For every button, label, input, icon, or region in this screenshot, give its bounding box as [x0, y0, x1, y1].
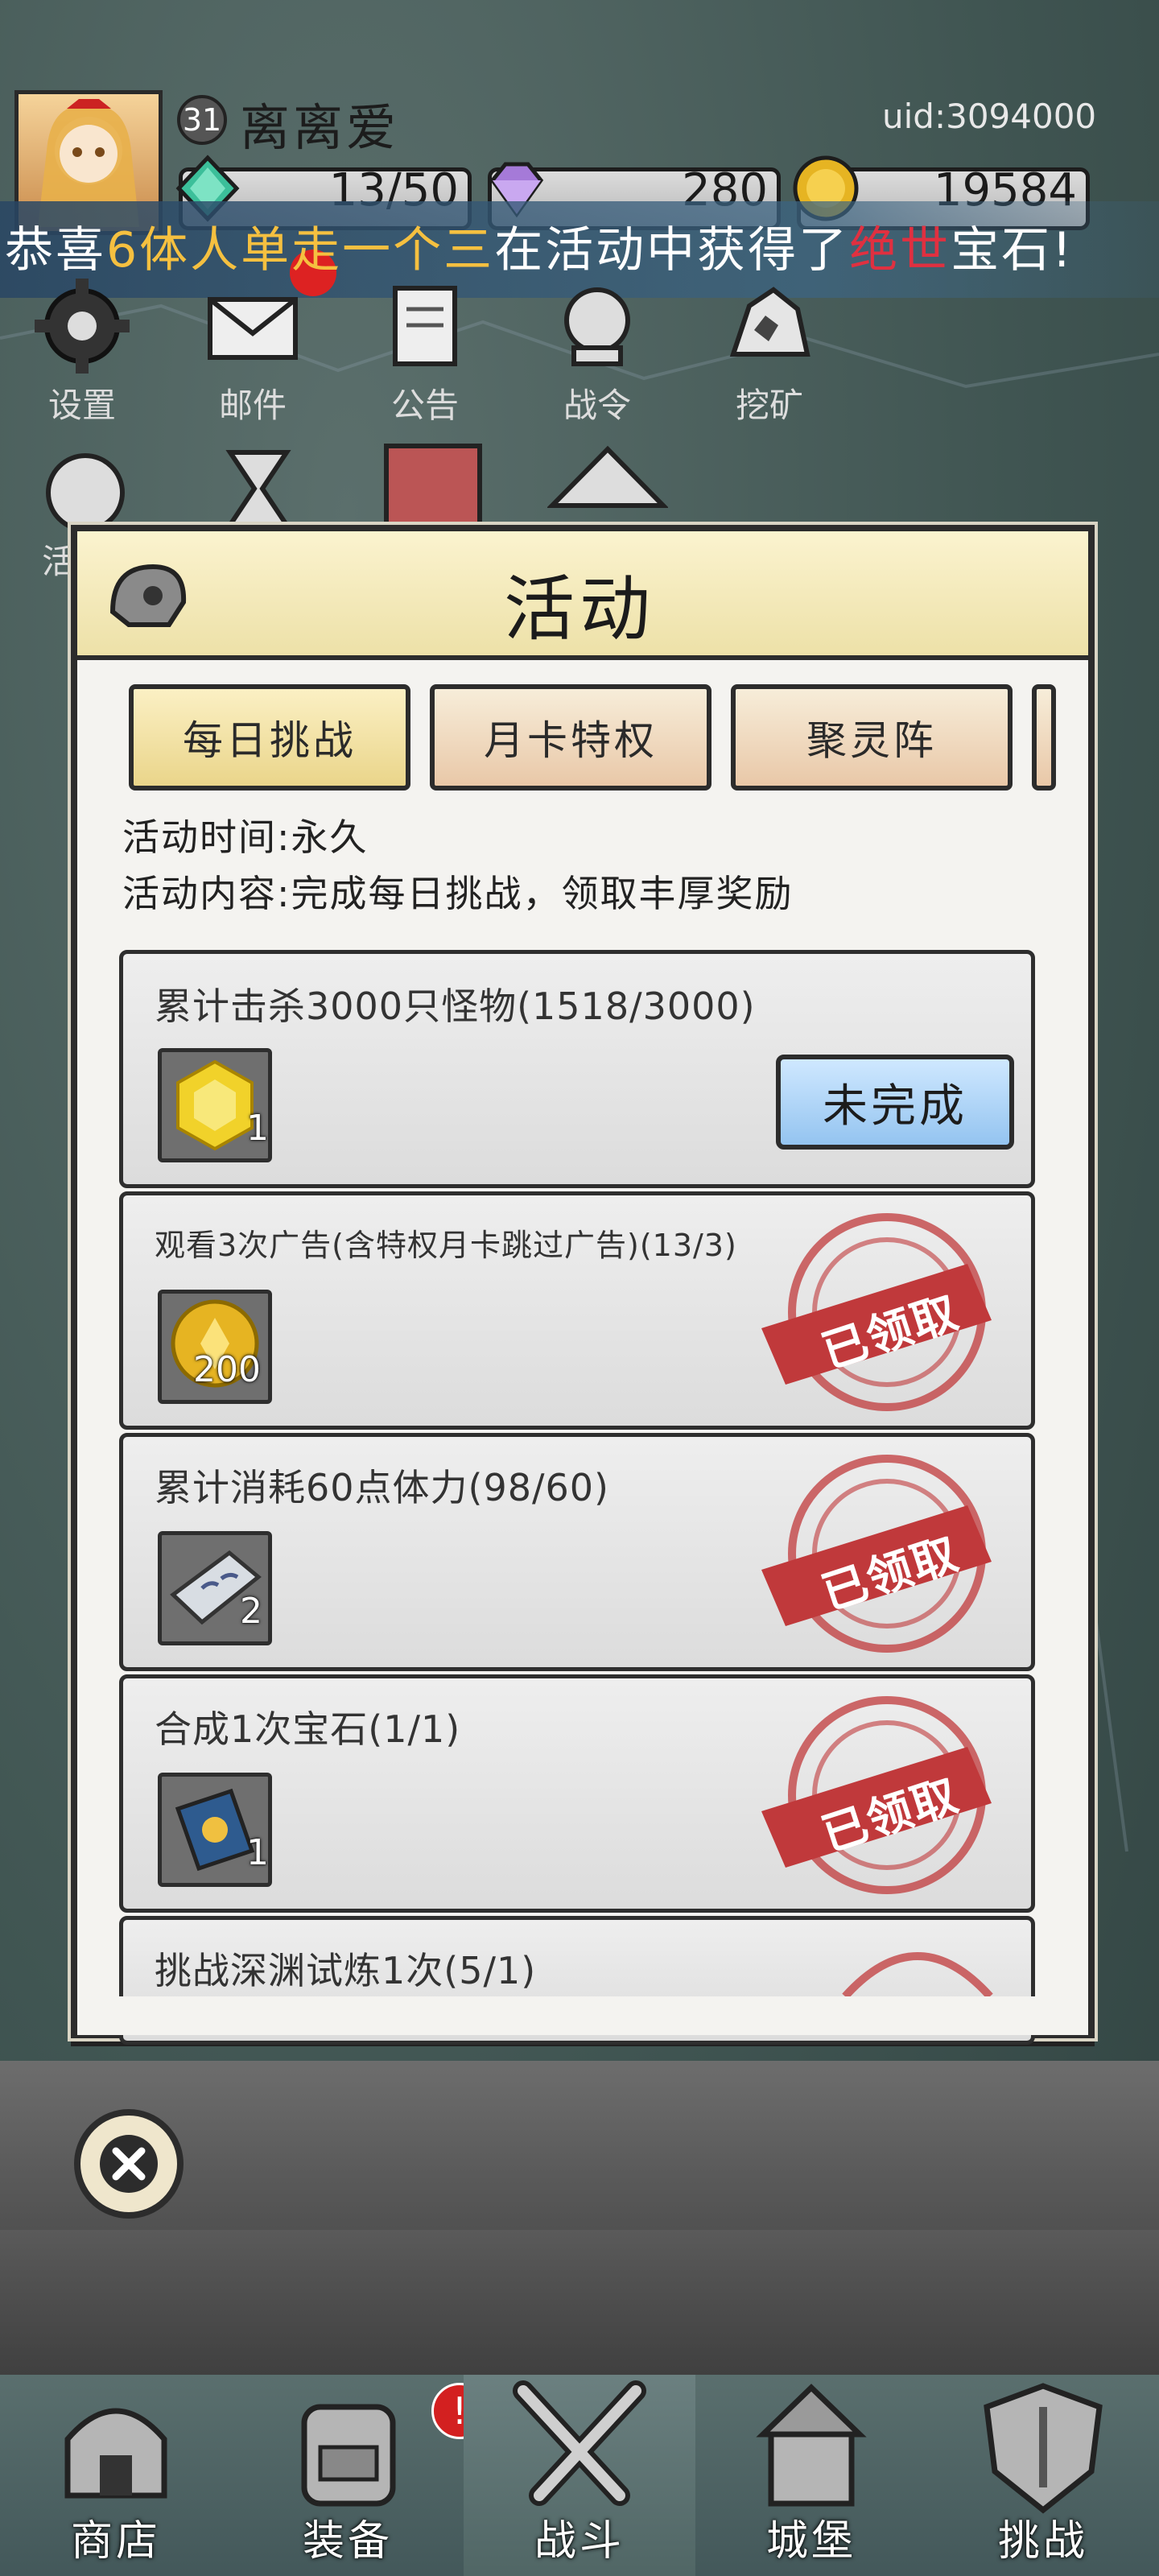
tab-spirit-array[interactable]: 聚灵阵: [731, 684, 1013, 791]
scroll-icon: [393, 286, 457, 366]
castle-icon: [756, 2384, 867, 2507]
player-uid: uid:3094000: [882, 97, 1097, 136]
nav-equipment[interactable]: 装备: [232, 2375, 464, 2576]
task-title: 挑战深渊试炼1次(5/1): [155, 1949, 537, 1992]
tab-monthly-card[interactable]: 月卡特权: [430, 684, 711, 791]
nav-castle[interactable]: 城堡: [695, 2375, 927, 2576]
menu-label: 挖矿: [735, 386, 803, 425]
modal-title: 活动: [503, 568, 655, 650]
mail-icon: [208, 297, 298, 360]
ranking-icon[interactable]: [547, 444, 668, 533]
activity-content: 活动内容:完成每日挑战，领取丰厚奖励: [122, 872, 794, 915]
announcement-button[interactable]: 公告: [361, 274, 489, 427]
claimed-stamp-partial-icon: [842, 1952, 993, 1996]
gear-icon: [35, 279, 130, 374]
broadcast-text: 恭喜6体人单走一个三在活动中获得了绝世宝石!: [5, 222, 1074, 279]
nav-battle[interactable]: 战斗: [464, 2375, 695, 2576]
menu-label: 邮件: [218, 386, 287, 425]
task-status-button[interactable]: 未完成: [776, 1055, 1014, 1150]
activity-time: 活动时间:永久: [122, 815, 369, 859]
task-title: 合成1次宝石(1/1): [155, 1707, 461, 1751]
menu-label: 设置: [47, 386, 116, 425]
list-scroll-edge: [77, 1996, 1088, 2035]
nav-shop[interactable]: 商店: [0, 2375, 232, 2576]
trophy-icon[interactable]: [29, 444, 142, 533]
red-card-icon[interactable]: [383, 443, 483, 531]
tab-next-peek[interactable]: [1032, 684, 1056, 791]
crossed-swords-icon: [513, 2380, 646, 2506]
settings-button[interactable]: 设置: [18, 274, 146, 427]
battle-pass-button[interactable]: 战令: [533, 274, 662, 427]
mining-button[interactable]: 挖矿: [705, 274, 834, 427]
menu-label: 公告: [390, 386, 459, 425]
hourglass-icon[interactable]: [206, 444, 311, 533]
task-title: 累计消耗60点体力(98/60): [155, 1466, 609, 1509]
medal-icon: [564, 287, 630, 366]
reward-count: 200: [193, 1349, 261, 1390]
player-level-badge: 31: [177, 95, 227, 145]
task-title: 观看3次广告(含特权月卡跳过广告)(13/3): [155, 1228, 737, 1263]
shield-icon: [984, 2383, 1103, 2514]
close-button[interactable]: [74, 2109, 184, 2219]
background-floor: [0, 2230, 1159, 2391]
task-title: 累计击杀3000只怪物(1518/3000): [155, 985, 756, 1028]
broadcast-item: 绝世: [849, 222, 951, 279]
reward-count: 1: [246, 1108, 269, 1149]
nav-challenge[interactable]: 挑战: [927, 2375, 1159, 2576]
reward-count: 2: [240, 1591, 262, 1632]
backpack-icon: [301, 2404, 396, 2507]
shop-icon: [64, 2408, 167, 2499]
broadcast-player: 6体人单走一个三: [106, 222, 495, 279]
tab-daily-challenge[interactable]: 每日挑战: [129, 684, 410, 791]
close-icon: [100, 2135, 158, 2193]
mail-button[interactable]: 邮件: [188, 274, 317, 427]
ore-icon: [729, 287, 810, 357]
menu-label: 战令: [563, 386, 631, 425]
reward-count: 1: [246, 1832, 269, 1873]
player-name: 离离爱: [240, 98, 400, 157]
